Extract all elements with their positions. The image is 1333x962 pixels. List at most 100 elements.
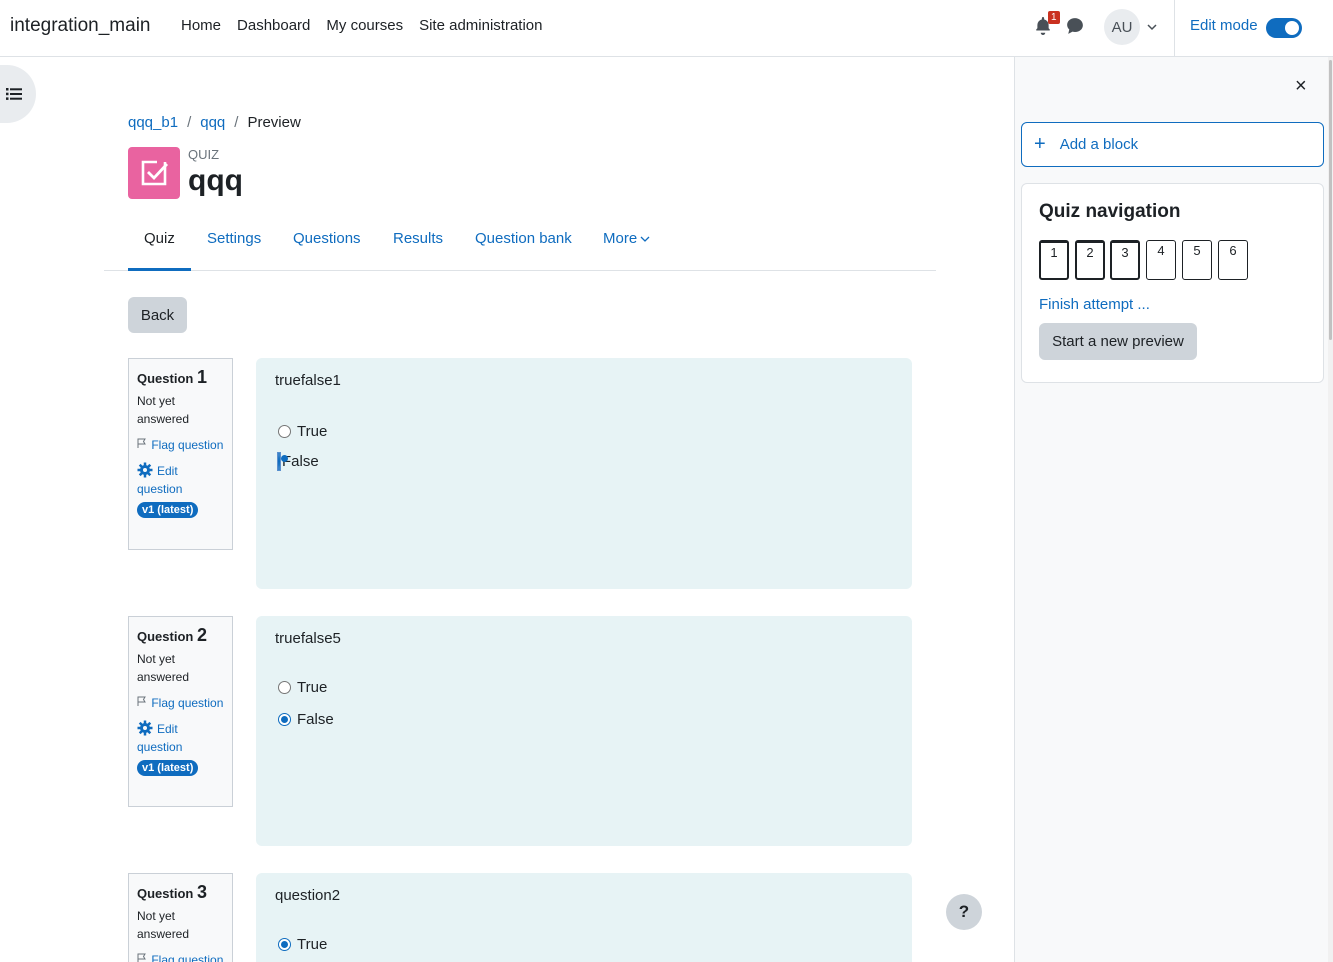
tab-questions[interactable]: Questions bbox=[293, 230, 361, 247]
start-new-preview-button[interactable]: Start a new preview bbox=[1039, 323, 1197, 360]
radio-focus-ring bbox=[277, 452, 281, 471]
radio-button[interactable] bbox=[278, 452, 280, 471]
add-block-label: Add a block bbox=[1059, 136, 1139, 153]
question-text: truefalse5 bbox=[275, 630, 341, 647]
answer-option-true[interactable]: True bbox=[278, 936, 327, 953]
help-button[interactable]: ? bbox=[946, 894, 982, 930]
tab-question-bank[interactable]: Question bank bbox=[475, 230, 572, 247]
breadcrumb-separator: / bbox=[187, 114, 192, 131]
question-text: question2 bbox=[275, 887, 341, 904]
question-state: Not yet answered bbox=[137, 909, 190, 941]
flag-question-link[interactable]: Flag question bbox=[137, 694, 224, 712]
question-content-1: truefalse1 True False bbox=[256, 358, 912, 589]
question-number: Question 1 bbox=[137, 367, 224, 388]
answer-option-false[interactable]: False bbox=[277, 452, 319, 471]
question-state: Not yet answered bbox=[137, 652, 190, 684]
radio-button[interactable] bbox=[278, 713, 291, 726]
question-number-value: 3 bbox=[196, 882, 207, 902]
question-content-3: question2 True bbox=[256, 873, 912, 962]
page-title: qqq bbox=[188, 164, 243, 197]
nav-my-courses[interactable]: My courses bbox=[326, 17, 403, 34]
flag-question-label: Flag question bbox=[151, 438, 224, 452]
question-info-3: Question 3 Not yet answered Flag questio… bbox=[128, 873, 233, 962]
flag-icon bbox=[137, 438, 146, 448]
edit-question-link[interactable]: Edit question bbox=[137, 720, 224, 756]
nav-home[interactable]: Home bbox=[181, 17, 221, 34]
edit-mode-toggle[interactable] bbox=[1266, 18, 1302, 38]
top-navbar: integration_main Home Dashboard My cours… bbox=[0, 0, 1333, 57]
quiz-nav-button-1[interactable]: 1 bbox=[1039, 240, 1069, 280]
close-icon[interactable]: × bbox=[1295, 75, 1307, 98]
breadcrumb-quiz[interactable]: qqq bbox=[200, 114, 225, 131]
primary-navigation: Home Dashboard My courses Site administr… bbox=[181, 17, 543, 34]
question-info-1: Question 1 Not yet answered Flag questio… bbox=[128, 358, 233, 550]
question-label: Question bbox=[137, 886, 194, 901]
nav-site-administration[interactable]: Site administration bbox=[419, 17, 542, 34]
flag-question-link[interactable]: Flag question bbox=[137, 951, 224, 962]
answer-option-true[interactable]: True bbox=[278, 679, 327, 696]
scrollbar-thumb[interactable] bbox=[1329, 60, 1332, 340]
quiz-nav-button-4[interactable]: 4 bbox=[1146, 240, 1176, 280]
radio-button[interactable] bbox=[278, 938, 291, 951]
answer-label: True bbox=[297, 679, 328, 696]
activity-type-label: QUIZ bbox=[188, 147, 220, 162]
quiz-navigation-block: Quiz navigation 1 2 3 4 5 6 Finish attem… bbox=[1021, 183, 1324, 383]
quiz-navigation-title: Quiz navigation bbox=[1039, 201, 1181, 222]
site-brand[interactable]: integration_main bbox=[10, 15, 150, 37]
course-index-toggle-button[interactable] bbox=[0, 65, 36, 123]
block-drawer: × + Add a block Quiz navigation 1 2 3 4 … bbox=[1014, 57, 1333, 962]
question-content-2: truefalse5 True False bbox=[256, 616, 912, 846]
active-tab-indicator bbox=[128, 268, 191, 271]
tab-more-label: More bbox=[603, 230, 638, 247]
add-block-button[interactable]: + Add a block bbox=[1021, 122, 1324, 167]
question-label: Question bbox=[137, 629, 194, 644]
back-button[interactable]: Back bbox=[128, 297, 187, 333]
edit-question-link[interactable]: Edit question bbox=[137, 462, 224, 498]
gear-icon bbox=[137, 720, 153, 736]
answer-label: True bbox=[297, 936, 328, 953]
answer-option-true[interactable]: True bbox=[278, 423, 327, 440]
breadcrumb-current: Preview bbox=[247, 114, 301, 131]
messages-chat-icon[interactable] bbox=[1066, 17, 1084, 35]
breadcrumb: qqq_b1 / qqq / Preview bbox=[128, 114, 301, 131]
question-number: Question 3 bbox=[137, 882, 224, 903]
question-text: truefalse1 bbox=[275, 372, 341, 389]
secondary-navigation: Quiz Settings Questions Results Question… bbox=[104, 224, 936, 271]
edit-mode-label: Edit mode bbox=[1190, 17, 1258, 34]
user-avatar[interactable]: AU bbox=[1104, 9, 1140, 45]
chevron-down-icon[interactable] bbox=[1146, 21, 1158, 33]
quiz-nav-button-2[interactable]: 2 bbox=[1075, 240, 1105, 280]
notification-count-badge: 1 bbox=[1048, 11, 1060, 24]
question-label: Question bbox=[137, 371, 194, 386]
finish-attempt-link[interactable]: Finish attempt ... bbox=[1039, 296, 1150, 313]
answer-label: False bbox=[297, 711, 334, 728]
quiz-nav-button-6[interactable]: 6 bbox=[1218, 240, 1248, 280]
answer-label: True bbox=[297, 423, 328, 440]
nav-dashboard[interactable]: Dashboard bbox=[237, 17, 310, 34]
radio-button[interactable] bbox=[278, 425, 291, 438]
gear-icon bbox=[137, 462, 153, 478]
question-number: Question 2 bbox=[137, 625, 224, 646]
version-badge: v1 (latest) bbox=[137, 502, 199, 518]
tab-settings[interactable]: Settings bbox=[207, 230, 261, 247]
radio-button[interactable] bbox=[278, 681, 291, 694]
tab-results[interactable]: Results bbox=[393, 230, 443, 247]
flag-question-label: Flag question bbox=[151, 953, 224, 962]
answer-option-false[interactable]: False bbox=[278, 711, 334, 728]
version-badge: v1 (latest) bbox=[137, 760, 199, 776]
quiz-nav-button-5[interactable]: 5 bbox=[1182, 240, 1212, 280]
tab-quiz[interactable]: Quiz bbox=[144, 230, 175, 247]
answer-label: False bbox=[282, 453, 319, 470]
list-icon bbox=[6, 88, 22, 100]
flag-icon bbox=[137, 953, 146, 962]
tab-more[interactable]: More bbox=[603, 230, 650, 247]
chevron-down-icon bbox=[640, 236, 650, 242]
breadcrumb-separator: / bbox=[234, 114, 239, 131]
breadcrumb-course[interactable]: qqq_b1 bbox=[128, 114, 178, 131]
question-number-value: 2 bbox=[196, 625, 207, 645]
flag-question-label: Flag question bbox=[151, 696, 224, 710]
flag-question-link[interactable]: Flag question bbox=[137, 436, 224, 454]
avatar-initials: AU bbox=[1111, 18, 1133, 36]
quiz-nav-button-3[interactable]: 3 bbox=[1110, 240, 1140, 280]
plus-icon: + bbox=[1034, 133, 1046, 155]
